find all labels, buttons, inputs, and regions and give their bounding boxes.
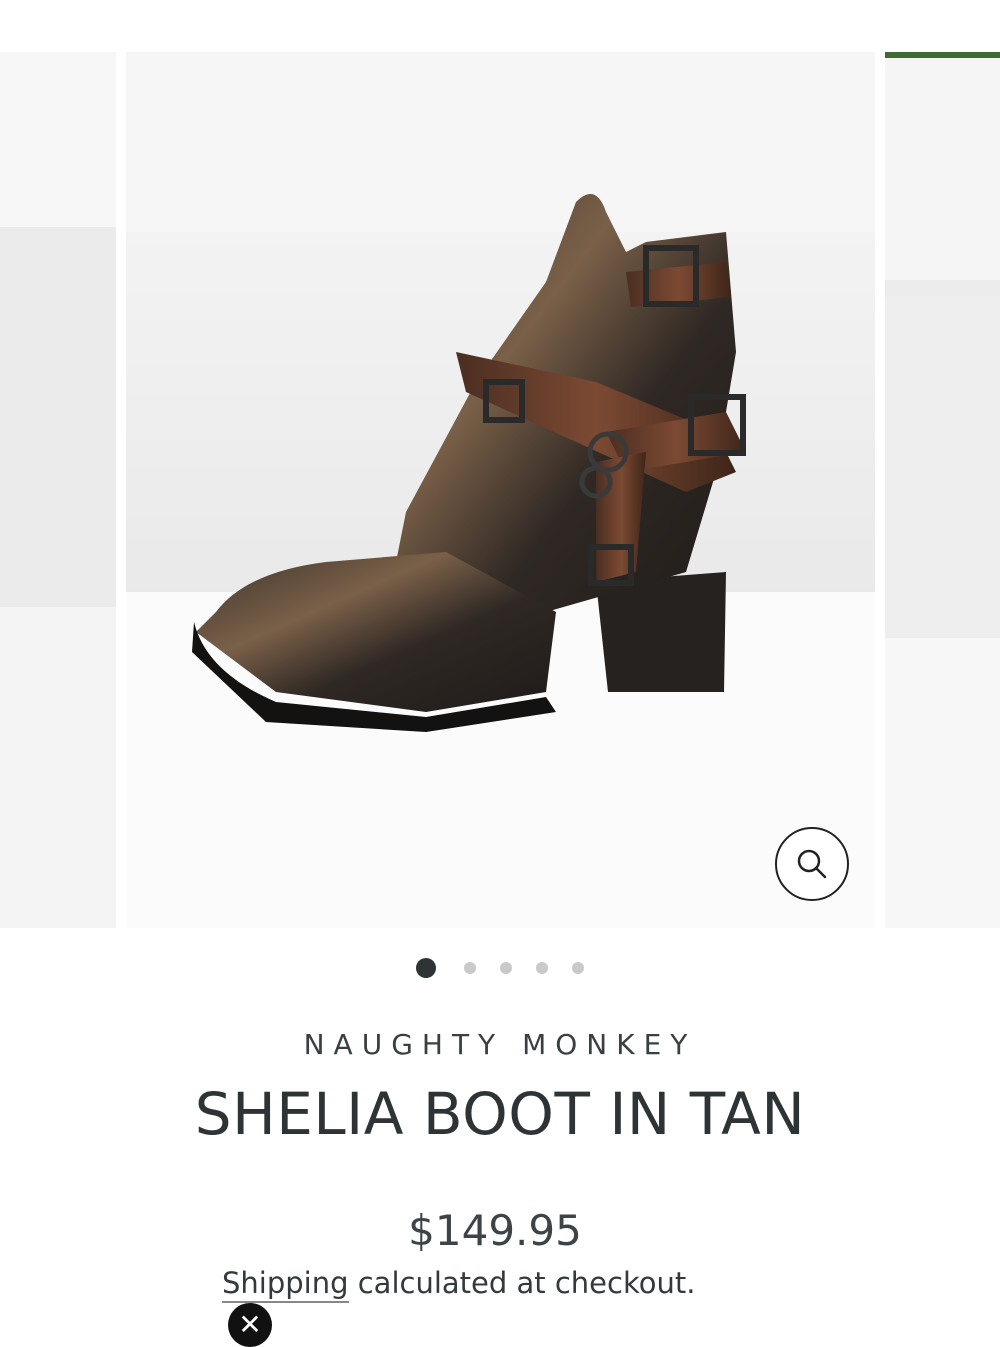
carousel-pagination [0, 958, 1000, 978]
close-icon: ✕ [238, 1308, 262, 1341]
product-image-carousel[interactable] [0, 52, 1000, 928]
pagination-dot-2[interactable] [464, 962, 476, 974]
pagination-dot-3[interactable] [500, 962, 512, 974]
pagination-dot-4[interactable] [536, 962, 548, 974]
shipping-policy-link[interactable]: Shipping [222, 1266, 349, 1303]
pagination-dot-1[interactable] [416, 958, 436, 978]
product-vendor: NAUGHTY MONKEY [303, 1028, 697, 1061]
zoom-button[interactable] [775, 827, 849, 901]
close-button[interactable]: ✕ [228, 1303, 272, 1347]
next-slide-image[interactable] [885, 52, 1000, 928]
product-price: $149.95 [408, 1206, 582, 1255]
shipping-note-text: calculated at checkout. [348, 1266, 696, 1300]
product-title: SHELIA BOOT IN TAN [194, 1080, 806, 1148]
shipping-note: Shipping calculated at checkout. [222, 1266, 802, 1303]
main-product-image[interactable] [126, 52, 875, 928]
previous-slide-image[interactable] [0, 52, 116, 928]
pagination-dot-5[interactable] [572, 962, 584, 974]
magnifier-icon [797, 849, 827, 879]
